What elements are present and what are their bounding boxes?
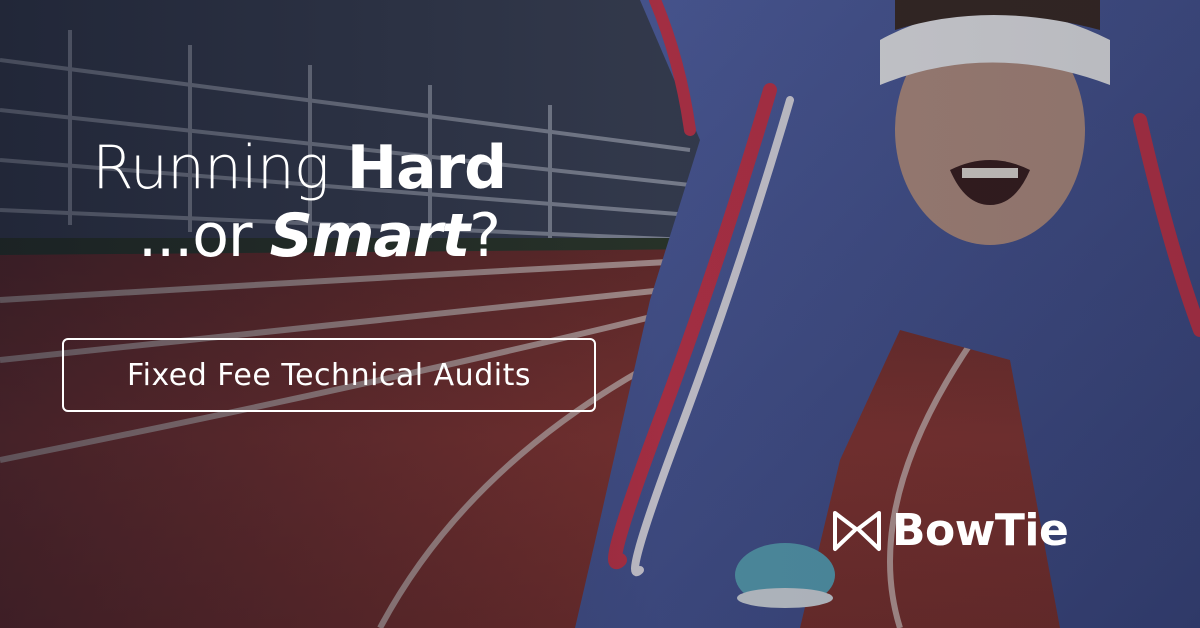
headline-line-1: Running Hard: [92, 138, 507, 198]
headline-word-or: ...or: [138, 201, 253, 271]
brand-name: BowTie: [892, 505, 1069, 556]
headline-line-2: ...or Smart?: [92, 206, 506, 266]
cta-label: Fixed Fee Technical Audits: [127, 357, 531, 393]
ad-banner: Running Hard ...or Smart? Fixed Fee Tech…: [0, 0, 1200, 628]
headline-question-mark: ?: [469, 201, 501, 271]
cta-button[interactable]: Fixed Fee Technical Audits: [62, 338, 596, 412]
headline-word-running: Running: [92, 133, 330, 203]
headline: Running Hard ...or Smart?: [92, 138, 507, 266]
headline-word-hard: Hard: [346, 133, 507, 203]
brand-logo: BowTie: [832, 505, 1069, 556]
bowtie-icon: [833, 510, 881, 551]
headline-word-smart: Smart: [269, 201, 470, 271]
